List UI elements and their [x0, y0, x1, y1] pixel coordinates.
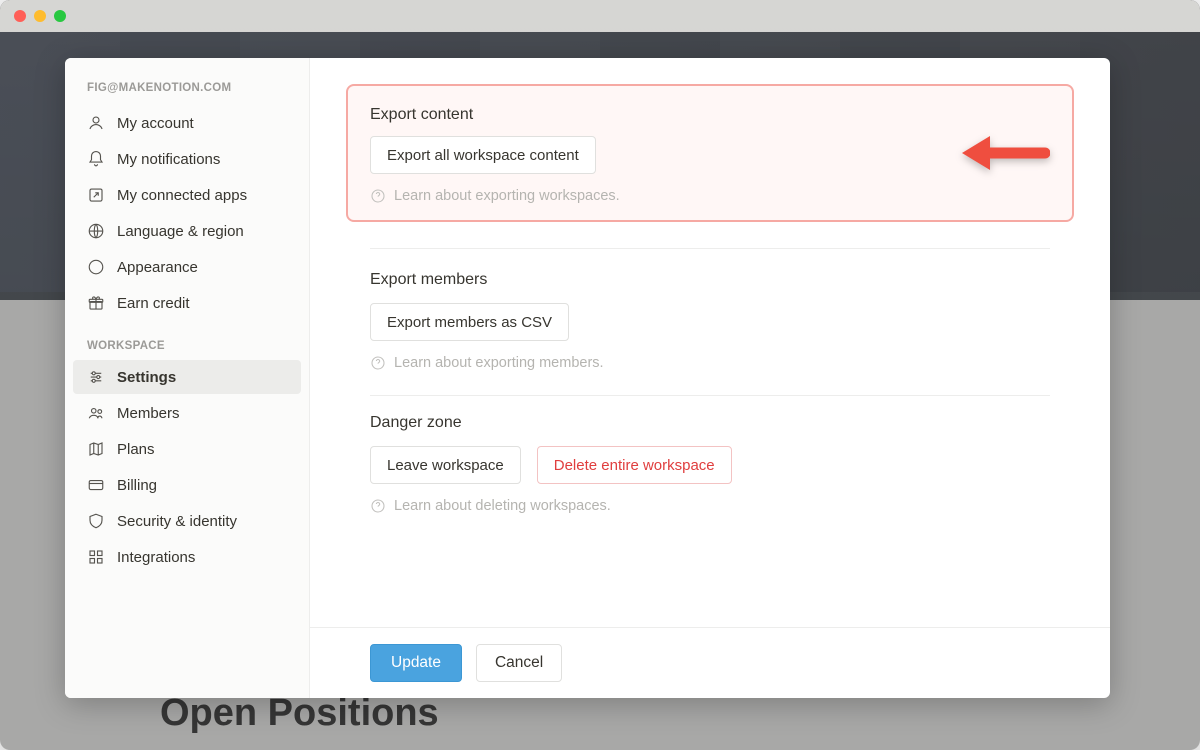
settings-modal: FIG@MAKENOTION.COM My account My notific… [65, 58, 1110, 698]
close-window-button[interactable] [14, 10, 26, 22]
export-members-section: Export members Export members as CSV Lea… [370, 253, 1050, 396]
section-title-export-content: Export content [370, 106, 1050, 124]
danger-zone-hint[interactable]: Learn about deleting workspaces. [370, 498, 1050, 514]
hint-text: Learn about exporting members. [394, 355, 604, 371]
sidebar-item-billing[interactable]: Billing [73, 468, 301, 502]
sidebar-item-my-notifications[interactable]: My notifications [73, 142, 301, 176]
export-content-section: Export content Export all workspace cont… [370, 84, 1050, 249]
update-button[interactable]: Update [370, 644, 462, 682]
sidebar-item-label: Appearance [117, 259, 198, 276]
window-titlebar [0, 0, 1200, 32]
sidebar-item-label: Billing [117, 477, 157, 494]
sidebar-item-label: Members [117, 405, 180, 422]
sidebar-item-appearance[interactable]: Appearance [73, 250, 301, 284]
sliders-icon [87, 368, 105, 386]
settings-footer: Update Cancel [310, 627, 1110, 698]
settings-content: Export content Export all workspace cont… [310, 58, 1110, 698]
settings-sidebar: FIG@MAKENOTION.COM My account My notific… [65, 58, 310, 698]
sidebar-item-label: My connected apps [117, 187, 247, 204]
sidebar-item-plans[interactable]: Plans [73, 432, 301, 466]
shield-icon [87, 512, 105, 530]
grid-icon [87, 548, 105, 566]
hint-text: Learn about exporting workspaces. [394, 188, 620, 204]
sidebar-item-label: Integrations [117, 549, 195, 566]
help-circle-icon [370, 498, 386, 514]
sidebar-item-label: Earn credit [117, 295, 190, 312]
bell-icon [87, 150, 105, 168]
help-circle-icon [370, 188, 386, 204]
leave-workspace-button[interactable]: Leave workspace [370, 446, 521, 484]
sidebar-item-label: Settings [117, 369, 176, 386]
sidebar-item-earn-credit[interactable]: Earn credit [73, 286, 301, 320]
sidebar-item-my-account[interactable]: My account [73, 106, 301, 140]
credit-card-icon [87, 476, 105, 494]
sidebar-item-settings[interactable]: Settings [73, 360, 301, 394]
help-circle-icon [370, 355, 386, 371]
section-title-danger-zone: Danger zone [370, 414, 1050, 432]
danger-zone-section: Danger zone Leave workspace Delete entir… [370, 396, 1050, 538]
globe-icon [87, 222, 105, 240]
sidebar-account-header: FIG@MAKENOTION.COM [73, 76, 301, 104]
sidebar-item-connected-apps[interactable]: My connected apps [73, 178, 301, 212]
section-title-export-members: Export members [370, 271, 1050, 289]
app-window: Open Positions FIG@MAKENOTION.COM My acc… [0, 0, 1200, 750]
sidebar-workspace-header: WORKSPACE [73, 322, 301, 358]
sidebar-item-label: My notifications [117, 151, 220, 168]
arrow-annotation-icon [960, 128, 1050, 178]
maximize-window-button[interactable] [54, 10, 66, 22]
export-members-hint[interactable]: Learn about exporting members. [370, 355, 1050, 371]
export-members-csv-button[interactable]: Export members as CSV [370, 303, 569, 341]
hint-text: Learn about deleting workspaces. [394, 498, 611, 514]
minimize-window-button[interactable] [34, 10, 46, 22]
cancel-button[interactable]: Cancel [476, 644, 562, 682]
map-icon [87, 440, 105, 458]
export-content-hint[interactable]: Learn about exporting workspaces. [370, 188, 1050, 204]
sidebar-item-label: Security & identity [117, 513, 237, 530]
sidebar-item-label: Language & region [117, 223, 244, 240]
moon-icon [87, 258, 105, 276]
delete-workspace-button[interactable]: Delete entire workspace [537, 446, 732, 484]
external-link-icon [87, 186, 105, 204]
sidebar-item-integrations[interactable]: Integrations [73, 540, 301, 574]
person-avatar-icon [87, 114, 105, 132]
export-all-workspace-content-button[interactable]: Export all workspace content [370, 136, 596, 174]
sidebar-item-label: Plans [117, 441, 155, 458]
sidebar-item-members[interactable]: Members [73, 396, 301, 430]
sidebar-item-security-identity[interactable]: Security & identity [73, 504, 301, 538]
sidebar-item-label: My account [117, 115, 194, 132]
people-icon [87, 404, 105, 422]
sidebar-item-language-region[interactable]: Language & region [73, 214, 301, 248]
gift-icon [87, 294, 105, 312]
